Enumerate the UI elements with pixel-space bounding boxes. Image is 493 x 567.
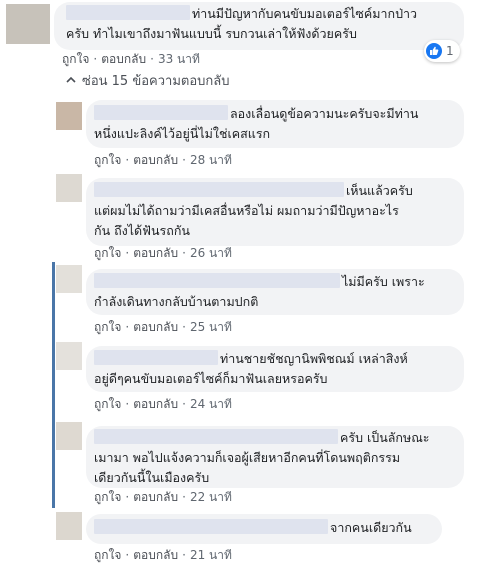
reply-bubble: เห็นแล้วครับ แต่ผมไม่ได้ถามว่ามีเคสอื่นห… xyxy=(86,178,464,246)
like-link[interactable]: ถูกใจ xyxy=(94,490,121,504)
reply-text: หนึ่งแปะลิงค์ไว้อยู่นี่ไม่ใช่เคสแรก xyxy=(94,126,271,141)
reply-text: ลองเลื่อนดูข้อความนะครับจะมีท่าน xyxy=(230,106,419,121)
reply-text: จากคนเดียวกัน xyxy=(330,520,412,535)
timestamp: 26 นาที xyxy=(189,246,232,260)
avatar[interactable] xyxy=(56,102,82,130)
reaction-count: 1 xyxy=(446,44,454,58)
like-link[interactable]: ถูกใจ xyxy=(94,153,121,167)
comment-actions: ถูกใจ · ตอบกลับ · 33 นาที xyxy=(62,52,200,66)
like-icon xyxy=(426,43,442,59)
redacted-username[interactable] xyxy=(94,182,344,197)
reply-actions: ถูกใจ · ตอบกลับ · 22 นาที xyxy=(94,490,232,504)
reply-text: แต่ผมไม่ได้ถามว่ามีเคสอื่นหรือไม่ ผมถามว… xyxy=(94,203,399,218)
reply-bubble: ลองเลื่อนดูข้อความนะครับจะมีท่าน หนึ่งแป… xyxy=(86,100,464,148)
like-link[interactable]: ถูกใจ xyxy=(94,397,121,411)
timestamp: 22 นาที xyxy=(189,490,232,504)
reply-bubble: ครับ เป็นลักษณะ เมามา พอไปแจ้งความก็เจอผ… xyxy=(86,426,464,488)
reply-text: ครับ เป็นลักษณะ xyxy=(340,430,430,445)
chevron-up-icon xyxy=(66,73,76,88)
redacted-username[interactable] xyxy=(94,105,228,120)
reply-bubble: ท่านชายชัชญานิพพิชณม์ เหล่าสิงห์ อยู่ดีๆ… xyxy=(86,346,464,392)
reply-text: กำลังเดินทางกลับบ้านตามปกติ xyxy=(94,294,259,309)
reaction-badge[interactable]: 1 xyxy=(424,40,460,62)
reply-link[interactable]: ตอบกลับ xyxy=(133,397,178,411)
reply-link[interactable]: ตอบกลับ xyxy=(133,246,178,260)
timestamp: 24 นาที xyxy=(189,397,232,411)
reply-text: อยู่ดีๆคนขับมอเตอร์ไซค์ก็มาฟันเลยหรอครับ xyxy=(94,371,328,386)
timestamp: 28 นาที xyxy=(189,153,232,167)
timestamp: 21 นาที xyxy=(189,548,232,562)
reply-text: ท่านชายชัชญานิพพิชณม์ เหล่าสิงห์ xyxy=(220,351,408,366)
avatar[interactable] xyxy=(6,4,50,44)
comment-bubble: ท่านมีปัญหากับคนขับมอเตอร์ไซค์มากป่าว คร… xyxy=(54,2,464,50)
reply-actions: ถูกใจ · ตอบกลับ · 26 นาที xyxy=(94,246,232,260)
reply-text: เห็นแล้วครับ xyxy=(346,183,413,198)
thread-line xyxy=(52,262,55,508)
avatar[interactable] xyxy=(56,174,82,202)
redacted-username[interactable] xyxy=(66,5,190,20)
avatar[interactable] xyxy=(56,342,82,370)
hide-replies-toggle[interactable]: ซ่อน 15 ข้อความตอบกลับ xyxy=(66,70,229,91)
reply-link[interactable]: ตอบกลับ xyxy=(133,548,178,562)
reply-link[interactable]: ตอบกลับ xyxy=(133,153,178,167)
reply-text: ไม่มีครับ เพราะ xyxy=(342,274,425,289)
reply-text: เมามา พอไปแจ้งความก็เจอผู้เสียหาอีกคนที่… xyxy=(94,450,401,465)
comment-text: ท่านมีปัญหากับคนขับมอเตอร์ไซค์มากป่าว xyxy=(192,6,418,21)
reply-actions: ถูกใจ · ตอบกลับ · 28 นาที xyxy=(94,153,232,167)
reply-link[interactable]: ตอบกลับ xyxy=(133,320,178,334)
reply-link[interactable]: ตอบกลับ xyxy=(133,490,178,504)
reply-bubble: จากคนเดียวกัน xyxy=(86,514,442,544)
reply-text: เดียวกันนี้ในเมืองครับ xyxy=(94,470,210,485)
redacted-username[interactable] xyxy=(94,350,218,365)
timestamp: 33 นาที xyxy=(157,52,200,66)
reply-actions: ถูกใจ · ตอบกลับ · 24 นาที xyxy=(94,397,232,411)
avatar[interactable] xyxy=(56,422,82,450)
reply-actions: ถูกใจ · ตอบกลับ · 21 นาที xyxy=(94,548,232,562)
avatar[interactable] xyxy=(56,265,82,293)
timestamp: 25 นาที xyxy=(189,320,232,334)
redacted-username[interactable] xyxy=(94,519,328,534)
hide-replies-label: ซ่อน 15 ข้อความตอบกลับ xyxy=(82,74,230,89)
like-link[interactable]: ถูกใจ xyxy=(94,320,121,334)
reply-actions: ถูกใจ · ตอบกลับ · 25 นาที xyxy=(94,320,232,334)
reply-bubble: ไม่มีครับ เพราะ กำลังเดินทางกลับบ้านตามป… xyxy=(86,269,464,315)
like-link[interactable]: ถูกใจ xyxy=(62,52,89,66)
reply-link[interactable]: ตอบกลับ xyxy=(101,52,146,66)
reply-text: กัน ถึงได้ฟันรถกัน xyxy=(94,223,190,238)
like-link[interactable]: ถูกใจ xyxy=(94,246,121,260)
avatar[interactable] xyxy=(56,512,82,540)
redacted-username[interactable] xyxy=(94,429,338,444)
like-link[interactable]: ถูกใจ xyxy=(94,548,121,562)
redacted-username[interactable] xyxy=(94,273,340,288)
comment-text: ครับ ทำไมเขาถึงมาฟันแบบนี้ รบกวนเล่าให้ฟ… xyxy=(66,26,357,41)
